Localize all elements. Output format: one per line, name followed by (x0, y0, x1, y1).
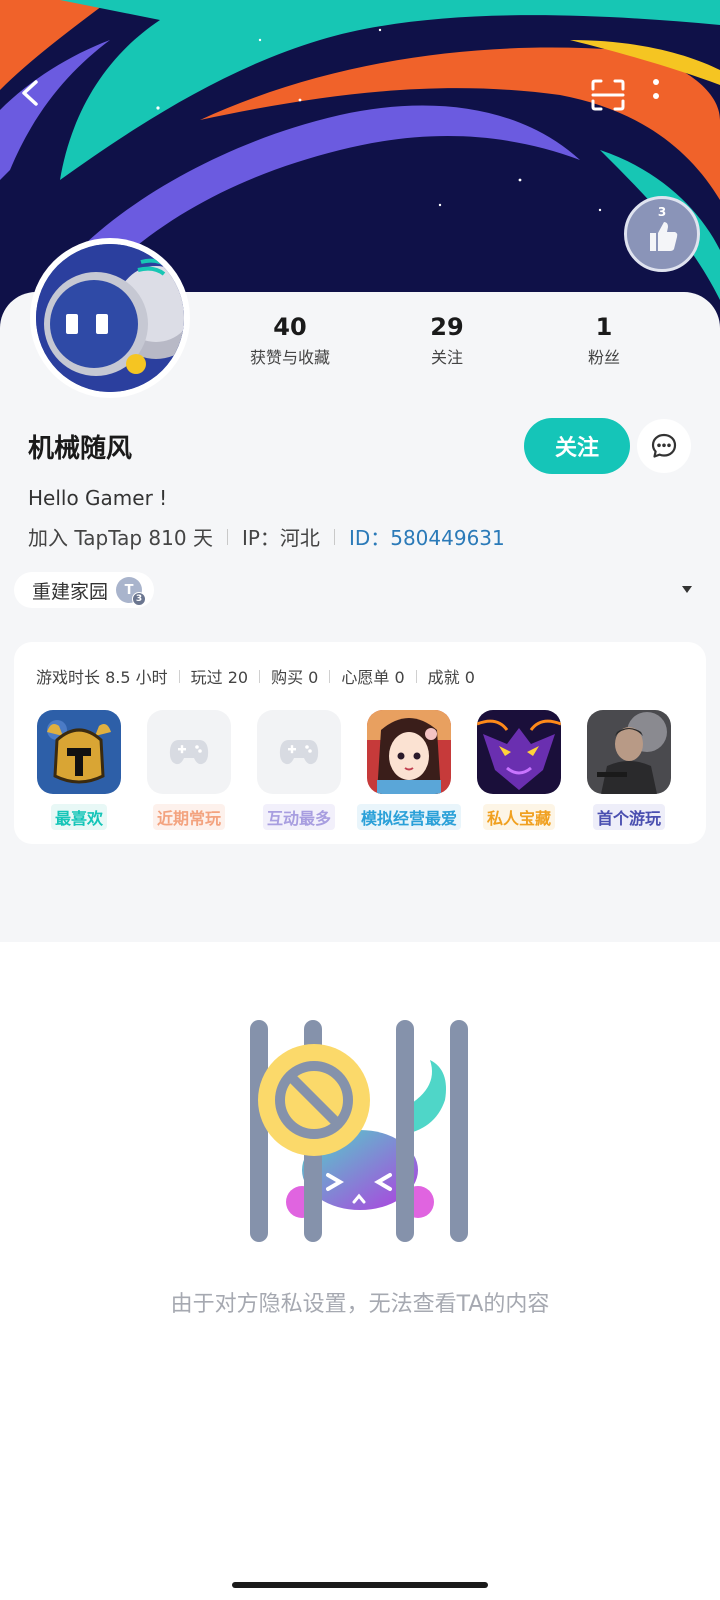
achievement-badge[interactable]: 3 (624, 196, 700, 272)
username: 机械随风 (28, 434, 133, 464)
game-tag: 近期常玩 (152, 804, 225, 830)
back-button[interactable] (18, 78, 66, 126)
chat-bubble-icon (651, 433, 677, 458)
profile-meta: 加入 TapTap 810 天 IP：河北 ID：580449631 (28, 522, 505, 551)
stat-value: 40 (273, 313, 307, 341)
bio-text: Hello Gamer ! (28, 486, 168, 510)
avatar-image (36, 244, 184, 392)
game-icon (477, 710, 561, 794)
scan-button[interactable] (590, 78, 638, 126)
stat-label: 关注 (430, 348, 463, 367)
stat-label: 粉丝 (587, 348, 620, 367)
stat-value: 29 (430, 313, 464, 341)
follow-button[interactable]: 关注 (524, 418, 630, 474)
ip-location: IP：河北 (241, 526, 320, 550)
guild-level-icon: T 3 (116, 577, 147, 606)
achievement-count[interactable]: 成就 0 (428, 664, 475, 688)
game-tag: 互动最多 (262, 804, 335, 830)
game-tag: 首个游玩 (592, 804, 665, 830)
game-icon-placeholder (257, 710, 341, 794)
guild-name: 重建家园 (32, 580, 109, 603)
wishlist-count[interactable]: 心愿单 0 (341, 664, 404, 688)
stat-label: 获赞与收藏 (249, 348, 330, 367)
more-button[interactable] (652, 78, 700, 126)
message-button[interactable] (637, 419, 691, 473)
game-sim-favorite[interactable]: 模拟经营最爱 (354, 710, 464, 830)
guild-tag[interactable]: 重建家园 T 3 (14, 572, 155, 608)
divider (226, 528, 228, 545)
game-tag: 私人宝藏 (482, 804, 555, 830)
home-indicator[interactable] (232, 1582, 488, 1588)
played-count[interactable]: 玩过 20 (191, 664, 248, 688)
divider (333, 528, 335, 545)
join-days: 加入 TapTap 810 天 (28, 526, 213, 550)
game-tag: 最喜欢 (50, 804, 107, 830)
divider (329, 669, 331, 683)
games-card: 游戏时长 8.5 小时 玩过 20 购买 0 心愿单 0 成就 0 最喜欢 近期… (14, 642, 706, 844)
divider (259, 669, 261, 683)
game-icon (37, 710, 121, 794)
playtime[interactable]: 游戏时长 8.5 小时 (36, 664, 168, 688)
avatar[interactable] (30, 238, 190, 398)
privacy-illustration (240, 1020, 480, 1250)
game-first-played[interactable]: 首个游玩 (574, 710, 684, 830)
game-most-interacted[interactable]: 互动最多 (244, 710, 354, 830)
locked-cage-icon (250, 1020, 468, 1242)
user-id[interactable]: ID：580449631 (349, 522, 505, 551)
game-tag: 模拟经营最爱 (356, 804, 461, 830)
scan-icon (591, 79, 625, 111)
gamepad-icon (169, 740, 209, 765)
game-recent[interactable]: 近期常玩 (134, 710, 244, 830)
thumbs-up-icon (650, 222, 678, 251)
game-favorite[interactable]: 最喜欢 (24, 710, 134, 830)
badge-level: 3 (657, 205, 667, 219)
privacy-message: 由于对方隐私设置，无法查看TA的内容 (170, 1292, 550, 1317)
game-icon (367, 710, 451, 794)
more-vertical-icon (653, 79, 659, 99)
caret-down-icon[interactable] (682, 586, 692, 593)
divider (415, 669, 417, 683)
game-private-treasure[interactable]: 私人宝藏 (464, 710, 574, 830)
chevron-left-icon (22, 80, 38, 106)
stat-fans[interactable]: 1 粉丝 (524, 312, 684, 368)
purchase-count[interactable]: 购买 0 (271, 664, 318, 688)
divider (178, 669, 180, 683)
profile-stats: 40 获赞与收藏 29 关注 1 粉丝 (210, 312, 700, 372)
stat-following[interactable]: 29 关注 (367, 312, 527, 368)
game-icon-placeholder (147, 710, 231, 794)
stat-value: 1 (595, 313, 613, 341)
game-icon (587, 710, 671, 794)
gamepad-icon (279, 740, 319, 765)
games-stats: 游戏时长 8.5 小时 玩过 20 购买 0 心愿单 0 成就 0 (36, 664, 475, 688)
stat-likes[interactable]: 40 获赞与收藏 (210, 312, 370, 368)
